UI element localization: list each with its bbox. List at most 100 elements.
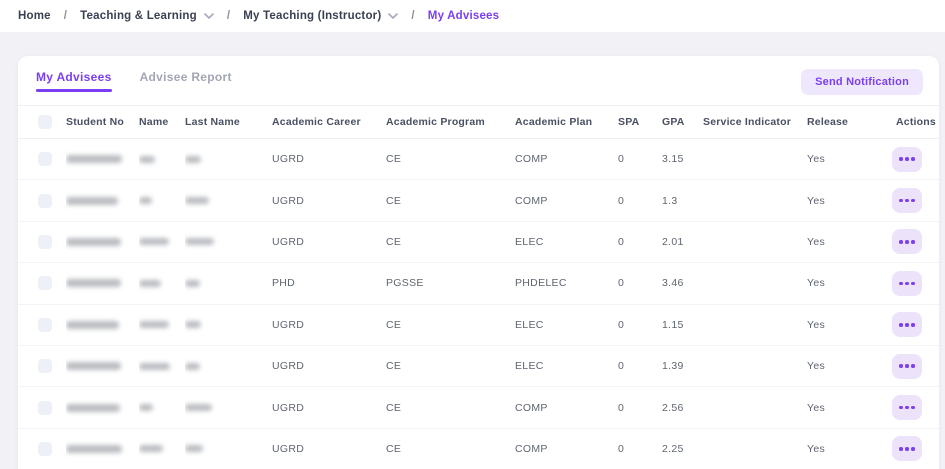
cell-gpa: 1.3 bbox=[662, 180, 703, 221]
cell-academic-program: CE bbox=[386, 428, 515, 469]
cell-academic-career: UGRD bbox=[272, 428, 386, 469]
breadcrumb: Home / Teaching & Learning / My Teaching… bbox=[0, 0, 945, 32]
cell-release: Yes bbox=[807, 139, 890, 180]
row-actions-button[interactable] bbox=[892, 354, 922, 379]
cell-release: Yes bbox=[807, 345, 890, 386]
table-row: PHD PGSSE PHDELEC 0 3.46 Yes bbox=[18, 263, 939, 304]
ellipsis-icon bbox=[905, 364, 909, 368]
last-name-redacted bbox=[185, 197, 209, 204]
name-redacted bbox=[139, 404, 153, 411]
column-header-release: Release bbox=[807, 106, 890, 139]
column-header-program: Academic Program bbox=[386, 106, 515, 139]
student-no-redacted bbox=[66, 279, 121, 287]
cell-academic-program: CE bbox=[386, 139, 515, 180]
cell-service-indicator bbox=[703, 180, 807, 221]
tab-my-advisees[interactable]: My Advisees bbox=[36, 56, 112, 105]
last-name-redacted bbox=[185, 280, 200, 287]
cell-spa: 0 bbox=[618, 428, 662, 469]
row-actions-button[interactable] bbox=[892, 395, 922, 420]
cell-academic-career: UGRD bbox=[272, 221, 386, 262]
cell-gpa: 2.56 bbox=[662, 387, 703, 428]
ellipsis-icon bbox=[899, 282, 903, 286]
row-actions-button[interactable] bbox=[892, 147, 922, 172]
row-actions-button[interactable] bbox=[892, 312, 922, 337]
row-actions-button[interactable] bbox=[892, 436, 922, 461]
cell-spa: 0 bbox=[618, 345, 662, 386]
student-no-redacted bbox=[66, 321, 119, 329]
ellipsis-icon bbox=[905, 447, 909, 451]
column-header-actions: Actions bbox=[890, 106, 939, 139]
cell-academic-program: CE bbox=[386, 304, 515, 345]
select-all-checkbox[interactable] bbox=[38, 115, 52, 129]
tab-advisee-report[interactable]: Advisee Report bbox=[140, 56, 232, 105]
student-no-redacted bbox=[66, 362, 121, 370]
advisees-table: Student NoNameLast NameAcademic CareerAc… bbox=[18, 105, 939, 469]
cell-spa: 0 bbox=[618, 180, 662, 221]
cell-release: Yes bbox=[807, 387, 890, 428]
name-redacted bbox=[139, 280, 161, 287]
ellipsis-icon bbox=[911, 199, 915, 203]
last-name-redacted bbox=[185, 445, 203, 452]
last-name-redacted bbox=[185, 321, 201, 328]
table-row: UGRD CE COMP 0 2.56 Yes bbox=[18, 387, 939, 428]
column-header-name: Name bbox=[139, 106, 185, 139]
name-redacted bbox=[139, 156, 155, 163]
breadcrumb-my-teaching-instructor[interactable]: My Teaching (Instructor) bbox=[243, 10, 398, 22]
ellipsis-icon bbox=[899, 406, 903, 410]
row-checkbox[interactable] bbox=[38, 194, 52, 208]
ellipsis-icon bbox=[911, 364, 915, 368]
last-name-redacted bbox=[185, 156, 201, 163]
cell-academic-career: UGRD bbox=[272, 139, 386, 180]
ellipsis-icon bbox=[905, 199, 909, 203]
breadcrumb-teaching-and-learning[interactable]: Teaching & Learning bbox=[80, 10, 214, 22]
cell-academic-career: UGRD bbox=[272, 345, 386, 386]
row-checkbox[interactable] bbox=[38, 359, 52, 373]
breadcrumb-home[interactable]: Home bbox=[18, 10, 51, 22]
row-actions-button[interactable] bbox=[892, 229, 922, 254]
cell-spa: 0 bbox=[618, 139, 662, 180]
row-checkbox[interactable] bbox=[38, 152, 52, 166]
chevron-down-icon[interactable] bbox=[204, 13, 214, 19]
student-no-redacted bbox=[66, 238, 121, 246]
cell-academic-program: CE bbox=[386, 345, 515, 386]
column-header-student_no: Student No bbox=[66, 106, 139, 139]
table-row: UGRD CE COMP 0 1.3 Yes bbox=[18, 180, 939, 221]
cell-academic-career: PHD bbox=[272, 263, 386, 304]
cell-service-indicator bbox=[703, 387, 807, 428]
row-actions-button[interactable] bbox=[892, 271, 922, 296]
student-no-redacted bbox=[66, 197, 118, 205]
ellipsis-icon bbox=[905, 406, 909, 410]
table-row: UGRD CE COMP 0 2.25 Yes bbox=[18, 428, 939, 469]
column-header-career: Academic Career bbox=[272, 106, 386, 139]
row-checkbox[interactable] bbox=[38, 276, 52, 290]
student-no-redacted bbox=[66, 155, 122, 163]
row-actions-button[interactable] bbox=[892, 188, 922, 213]
column-header-checkbox bbox=[18, 106, 66, 139]
cell-spa: 0 bbox=[618, 263, 662, 304]
breadcrumb-separator: / bbox=[227, 10, 230, 22]
cell-academic-plan: ELEC bbox=[515, 345, 618, 386]
row-checkbox[interactable] bbox=[38, 401, 52, 415]
ellipsis-icon bbox=[899, 157, 903, 161]
ellipsis-icon bbox=[899, 323, 903, 327]
cell-release: Yes bbox=[807, 263, 890, 304]
chevron-down-icon[interactable] bbox=[388, 13, 398, 19]
name-redacted bbox=[139, 238, 169, 245]
send-notification-button[interactable]: Send Notification bbox=[801, 69, 923, 95]
cell-service-indicator bbox=[703, 304, 807, 345]
last-name-redacted bbox=[185, 238, 214, 245]
cell-academic-career: UGRD bbox=[272, 304, 386, 345]
cell-academic-plan: COMP bbox=[515, 387, 618, 428]
cell-academic-plan: ELEC bbox=[515, 304, 618, 345]
table-row: UGRD CE ELEC 0 1.39 Yes bbox=[18, 345, 939, 386]
cell-spa: 0 bbox=[618, 304, 662, 345]
table-row: UGRD CE ELEC 0 1.15 Yes bbox=[18, 304, 939, 345]
row-checkbox[interactable] bbox=[38, 442, 52, 456]
last-name-redacted bbox=[185, 404, 212, 411]
cell-service-indicator bbox=[703, 428, 807, 469]
ellipsis-icon bbox=[911, 406, 915, 410]
row-checkbox[interactable] bbox=[38, 235, 52, 249]
student-no-redacted bbox=[66, 445, 122, 453]
card-header: My Advisees Advisee Report Send Notifica… bbox=[18, 56, 939, 105]
row-checkbox[interactable] bbox=[38, 318, 52, 332]
